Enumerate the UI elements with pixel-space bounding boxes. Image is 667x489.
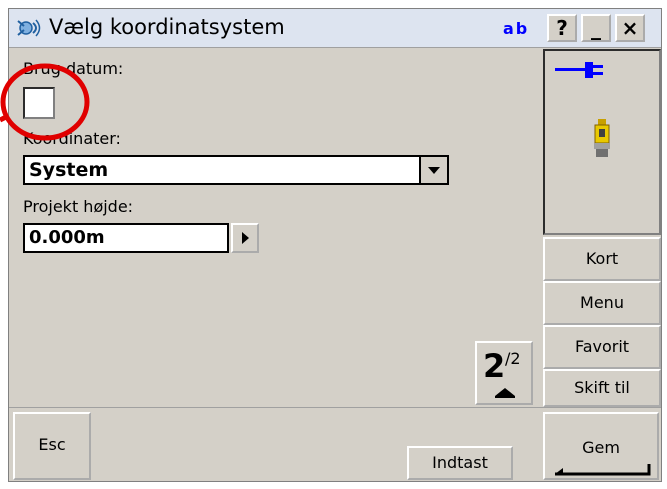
close-button[interactable]: × [615, 14, 645, 42]
satellite-icon [17, 19, 41, 37]
annotation-arrow [0, 113, 10, 123]
page-current: 2 [483, 347, 506, 385]
project-height-value: 0.000m [29, 227, 105, 248]
chevron-right-icon[interactable] [231, 223, 259, 253]
chevron-down-icon[interactable] [419, 157, 447, 183]
status-panel [543, 49, 661, 235]
menu-button[interactable]: Menu [543, 281, 661, 325]
coordinates-label: Koordinater: [23, 129, 121, 148]
coordinates-dropdown[interactable]: System [23, 155, 449, 185]
project-height-label: Projekt højde: [23, 197, 134, 216]
save-button[interactable]: Gem [543, 412, 659, 480]
power-plug-icon [555, 62, 603, 78]
project-height-field[interactable]: 0.000m [23, 223, 229, 253]
favorites-button[interactable]: Favorit [543, 325, 661, 369]
minimize-button[interactable]: _ [581, 14, 611, 42]
save-label: Gem [582, 438, 620, 457]
enter-button[interactable]: Indtast [407, 446, 513, 480]
switch-to-button[interactable]: Skift til [543, 369, 661, 407]
map-button[interactable]: Kort [543, 237, 661, 281]
esc-button[interactable]: Esc [13, 412, 91, 480]
coordinates-value: System [29, 159, 109, 181]
page-indicator[interactable]: 2 /2 [475, 341, 533, 405]
bottom-bar: Esc Indtast Gem [9, 407, 661, 482]
enter-key-icon [555, 464, 651, 476]
use-datum-label: Brug datum: [23, 59, 124, 78]
input-mode-indicator[interactable]: ab [503, 19, 529, 38]
app-window: Vælg koordinatsystem ab ? _ × Brug datum… [8, 8, 662, 482]
window-title: Vælg koordinatsystem [49, 15, 285, 39]
use-datum-checkbox[interactable] [23, 87, 55, 119]
page-total: /2 [505, 349, 521, 368]
page-up-icon [495, 388, 515, 398]
total-station-icon [594, 119, 610, 157]
title-bar: Vælg koordinatsystem ab ? _ × [9, 9, 661, 48]
help-button[interactable]: ? [547, 14, 577, 42]
